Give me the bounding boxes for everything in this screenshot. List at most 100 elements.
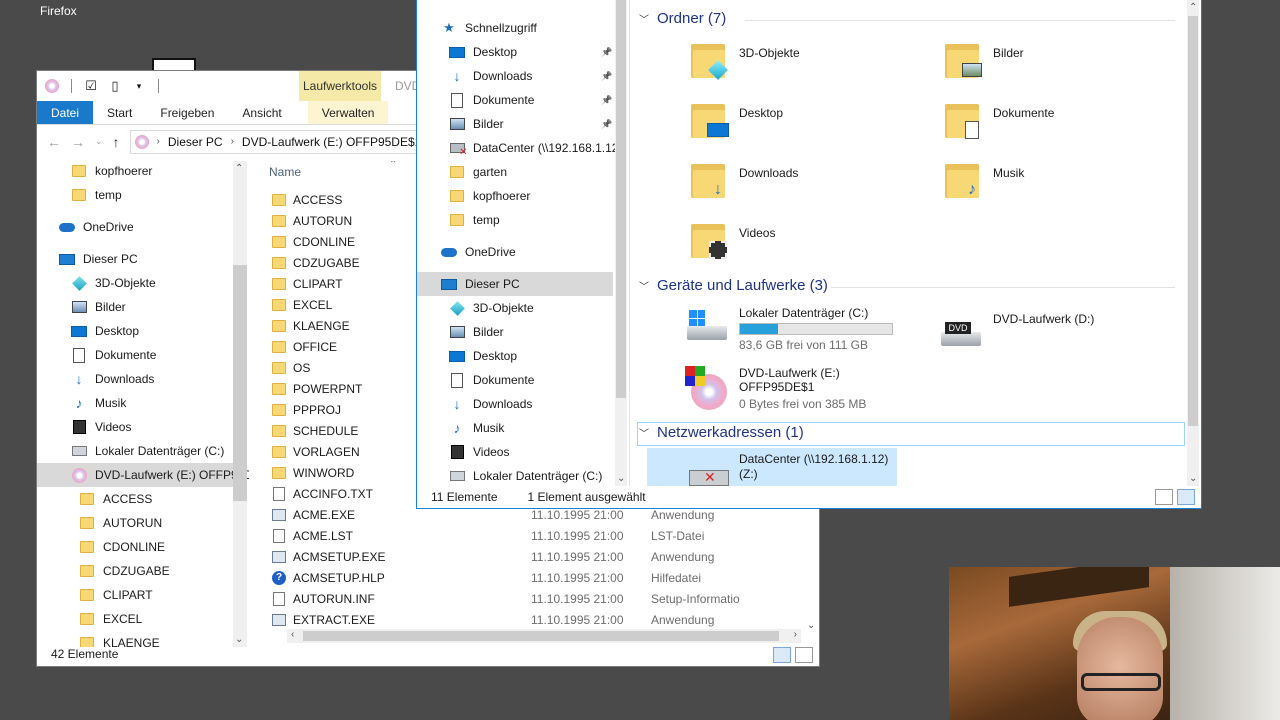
nav-item[interactable]: OneDrive [37, 215, 233, 239]
nav-item[interactable]: Bilder [37, 295, 233, 319]
file-row[interactable]: EXTRACT.EXE 11.10.1995 21:00 Anwendung [265, 609, 815, 630]
nav-item[interactable]: 3D-Objekte [37, 271, 233, 295]
breadcrumb-separator-icon[interactable]: › [231, 136, 234, 147]
column-header-name[interactable]: Name [269, 165, 301, 179]
nav-scroll-thumb[interactable] [616, 0, 626, 398]
chevron-up-icon[interactable]: ⌃ [235, 163, 243, 174]
chevron-up-icon[interactable]: ⌃ [1189, 2, 1197, 13]
breadcrumb-dvd[interactable]: DVD-Laufwerk (E:) OFFP95DE$1 [242, 135, 421, 149]
nav-item[interactable]: Dokumente 📌 [417, 88, 613, 112]
nav-item[interactable]: EXCEL [37, 607, 233, 631]
file-row[interactable]: AUTORUN.INF 11.10.1995 21:00 Setup-Informa… [265, 588, 815, 609]
pin-icon[interactable]: 📌 [601, 47, 612, 58]
group-header-folders[interactable]: ﹀ Ordner (7) [639, 10, 726, 27]
large-icons-view-icon[interactable] [795, 647, 813, 663]
nav-item[interactable]: ↓ Downloads 📌 [417, 64, 613, 88]
nav-item[interactable]: temp [417, 208, 613, 232]
nav-item[interactable]: Dieser PC [417, 272, 613, 296]
nav-item[interactable]: Bilder [417, 320, 613, 344]
nav-item[interactable]: ↓ Downloads [417, 392, 613, 416]
nav-item[interactable]: Lokaler Datenträger (C:) [417, 464, 613, 486]
chevron-down-icon[interactable]: ﹀ [639, 425, 649, 440]
pin-icon[interactable]: 📌 [601, 95, 612, 106]
nav-item[interactable]: Desktop [37, 319, 233, 343]
pin-icon[interactable]: 📌 [601, 71, 612, 82]
up-arrow-icon[interactable]: ↑ [113, 134, 120, 150]
nav-item[interactable]: ↓ Downloads [37, 367, 233, 391]
nav-item[interactable]: Videos [37, 415, 233, 439]
nav-item[interactable]: CDONLINE [37, 535, 233, 559]
chevron-down-icon[interactable]: ⌄ [807, 620, 815, 631]
content-scroll-thumb[interactable] [1188, 16, 1198, 426]
network-drive-tile[interactable]: ✕ DataCenter (\\192.168.1.12) (Z:) [647, 448, 897, 486]
chevron-right-icon[interactable]: › [794, 629, 797, 640]
nav-item[interactable]: CDZUGABE [37, 559, 233, 583]
large-icons-view-icon[interactable] [1177, 489, 1195, 505]
drive-d-tile[interactable]: DVD DVD-Laufwerk (D:) [939, 312, 1094, 348]
nav-scroll-thumb[interactable] [233, 265, 247, 501]
nav-item[interactable]: ♪ Musik [37, 391, 233, 415]
content-scrollbar[interactable]: ⌃ ⌄ [1187, 0, 1199, 486]
nav-item[interactable]: ♪ Musik [417, 416, 613, 440]
details-view-icon[interactable] [773, 647, 791, 663]
nav-item[interactable]: Bilder 📌 [417, 112, 613, 136]
breadcrumb-dieser-pc[interactable]: Dieser PC [168, 135, 223, 149]
chevron-down-icon[interactable]: ﹀ [639, 278, 649, 293]
recent-chevron-icon[interactable]: ⌄ [95, 136, 103, 147]
chevron-down-icon[interactable]: ﹀ [639, 11, 649, 26]
properties-icon[interactable]: ☑ [82, 77, 100, 95]
nav-item[interactable]: Videos [417, 440, 613, 464]
nav-item[interactable]: Desktop 📌 [417, 40, 613, 64]
tab-ansicht[interactable]: Ansicht [228, 101, 295, 124]
explorer-window-dieser-pc[interactable]: ★ Schnellzugriff Desktop 📌 ↓ Downloads 📌 Dokume… [416, 0, 1202, 509]
nav-item[interactable]: AUTORUN [37, 511, 233, 535]
details-view-icon[interactable] [1155, 489, 1173, 505]
file-row[interactable]: ? ACMSETUP.HLP 11.10.1995 21:00 Hilfedatei [265, 567, 815, 588]
forward-arrow-icon[interactable]: → [71, 134, 85, 150]
pane-divider[interactable] [629, 0, 630, 486]
group-header-network[interactable]: ﹀ Netzwerkadressen (1) [639, 424, 804, 441]
folder-tile[interactable]: Desktop [691, 102, 783, 140]
folder-tile[interactable]: 3D-Objekte [691, 42, 800, 80]
chevron-left-icon[interactable]: ‹ [291, 629, 294, 640]
pin-icon[interactable]: 📌 [601, 119, 612, 130]
nav-scrollbar[interactable]: ⌄ [615, 0, 627, 486]
tab-datei[interactable]: Datei [37, 101, 94, 124]
folder-tile[interactable]: ↓ Downloads [691, 162, 798, 200]
drive-e-tile[interactable]: DVD-Laufwerk (E:) OFFP95DE$1 0 Bytes fre… [685, 366, 866, 411]
chevron-down-icon[interactable]: ▾ [130, 77, 148, 95]
new-folder-icon[interactable]: ▯ [106, 77, 124, 95]
tab-start[interactable]: Start [93, 101, 146, 124]
nav-item[interactable]: garten [417, 160, 613, 184]
nav-item[interactable]: DVD-Laufwerk (E:) OFFP95DE$1 [37, 463, 249, 487]
chevron-down-icon[interactable]: ⌄ [1189, 473, 1197, 484]
nav-scrollbar[interactable]: ⌃ ⌄ [233, 161, 247, 647]
nav-item[interactable]: temp [37, 183, 233, 207]
file-row[interactable]: ACMSETUP.EXE 11.10.1995 21:00 Anwendung [265, 546, 815, 567]
group-header-devices[interactable]: ﹀ Geräte und Laufwerke (3) [639, 277, 828, 294]
folder-tile[interactable]: ♪ Musik [945, 162, 1024, 200]
chevron-down-icon[interactable]: ⌄ [617, 473, 625, 484]
nav-item[interactable]: 3D-Objekte [417, 296, 613, 320]
horizontal-scrollbar[interactable]: ‹ › [287, 629, 801, 643]
nav-item[interactable]: CLIPART [37, 583, 233, 607]
nav-item[interactable]: kopfhoerer [37, 161, 233, 183]
back-arrow-icon[interactable]: ← [47, 134, 61, 150]
horizontal-scroll-thumb[interactable] [303, 631, 779, 641]
folder-tile[interactable]: Bilder [945, 42, 1024, 80]
nav-item[interactable]: Desktop [417, 344, 613, 368]
folder-tile[interactable]: Videos [691, 222, 775, 260]
nav-item[interactable]: kopfhoerer [417, 184, 613, 208]
tab-verwalten[interactable]: Verwalten [307, 101, 389, 124]
nav-item[interactable]: Dokumente [37, 343, 233, 367]
breadcrumb-separator-icon[interactable]: › [157, 136, 160, 147]
nav-item[interactable]: OneDrive [417, 240, 613, 264]
folder-tile[interactable]: Dokumente [945, 102, 1054, 140]
nav-item[interactable]: Dokumente [417, 368, 613, 392]
nav-item[interactable]: ★ Schnellzugriff [417, 16, 613, 40]
nav-item[interactable]: ACCESS [37, 487, 233, 511]
nav-item[interactable]: DataCenter (\\192.168.1.12) [417, 136, 622, 160]
nav-item[interactable]: Dieser PC [37, 247, 233, 271]
drive-c-tile[interactable]: Lokaler Datenträger (C:) 83,6 GB frei vo… [685, 306, 893, 352]
firefox-desktop-label[interactable]: Firefox [40, 4, 77, 18]
